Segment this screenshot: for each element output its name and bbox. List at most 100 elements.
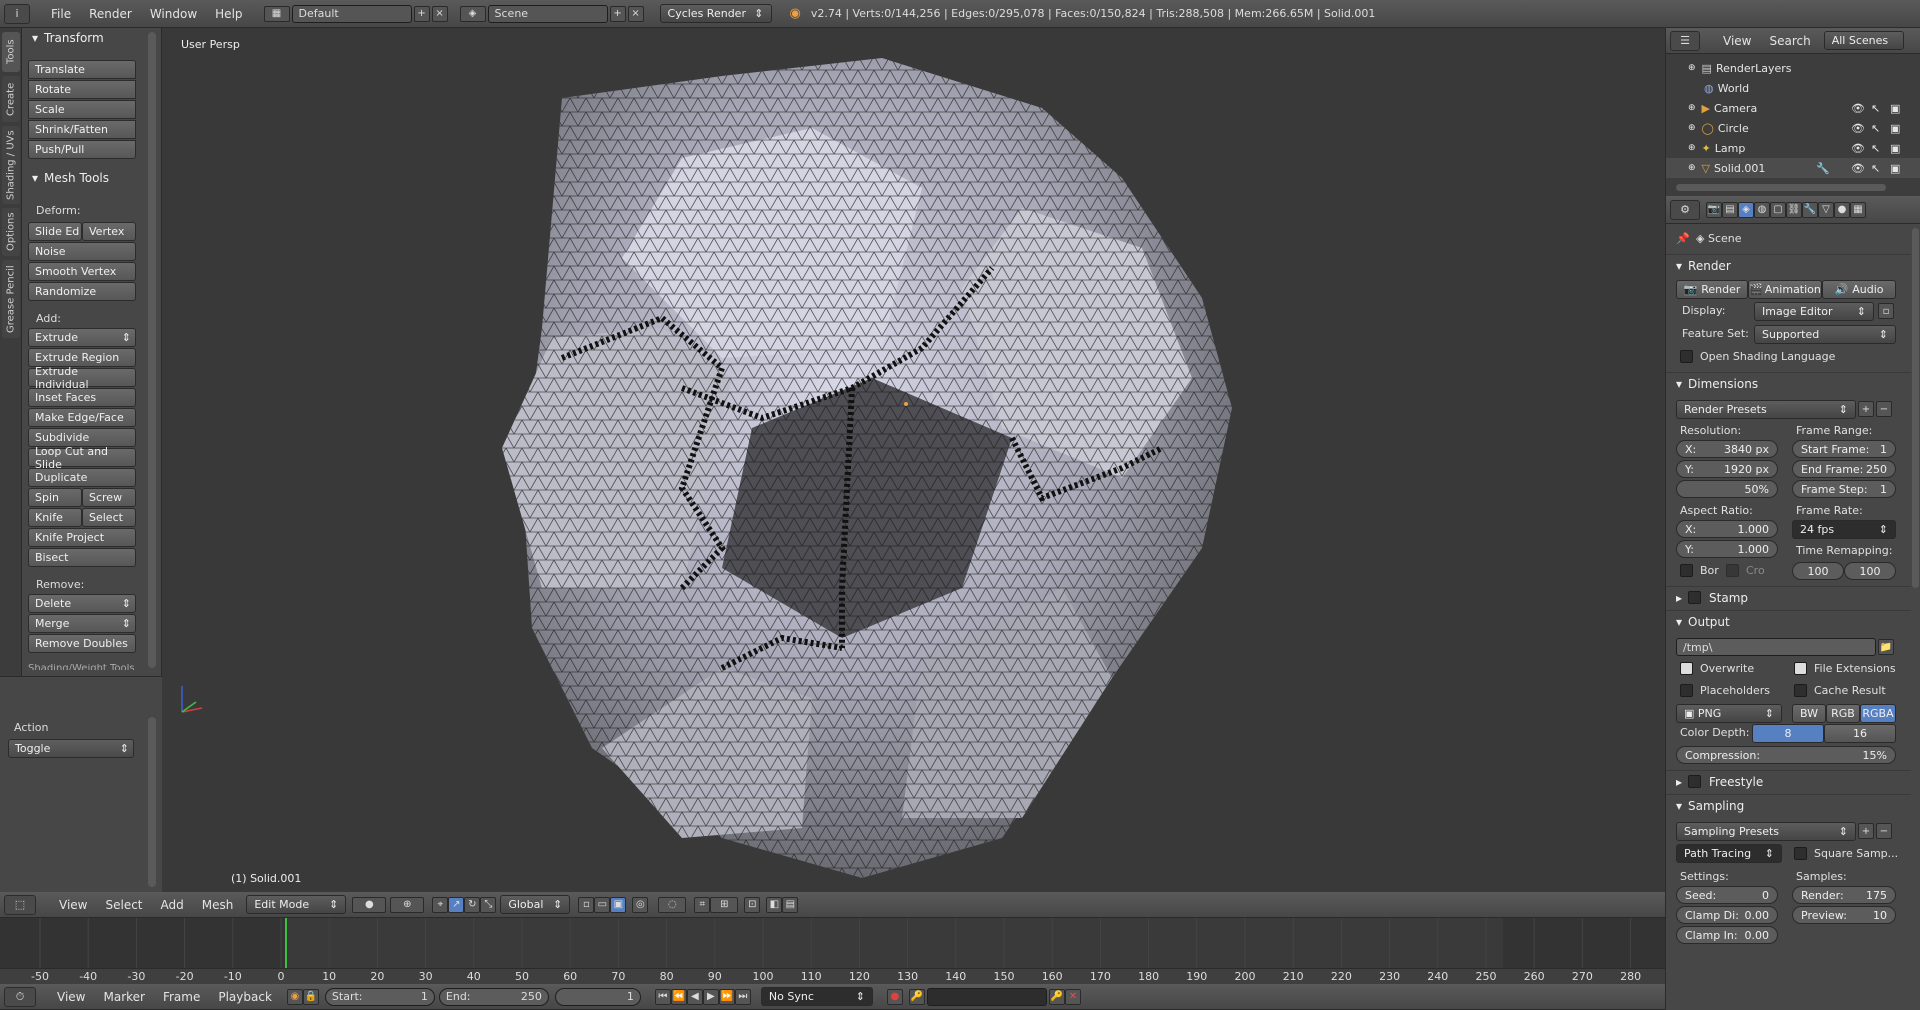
translate-manipulator-icon[interactable]: ↗ [448, 896, 465, 913]
tab-tools[interactable]: Tools [2, 32, 20, 72]
record-icon[interactable]: ● [886, 988, 903, 1005]
start-frame-prop-field[interactable]: Start Frame: 1 [1792, 440, 1896, 458]
insert-keyframe-icon[interactable]: 🔑 [1048, 988, 1065, 1005]
render-camera-icon[interactable]: ▣ [1890, 122, 1900, 135]
scale-manipulator-icon[interactable]: ⤡ [480, 896, 497, 913]
properties-scrollbar[interactable] [1912, 228, 1919, 588]
snap-element-icon[interactable]: ⊞ [710, 896, 739, 913]
border-checkbox[interactable] [1680, 564, 1693, 577]
tab-shading-uvs[interactable]: Shading / UVs [2, 126, 20, 204]
layout-add-icon[interactable]: + [413, 5, 430, 22]
texture-context-icon[interactable]: ▦ [1850, 201, 1866, 218]
crop-checkbox[interactable] [1726, 564, 1739, 577]
pivot-point-icon[interactable]: ⊕ [390, 896, 425, 913]
sampling-panel-header[interactable]: ▾ Sampling [1666, 794, 1911, 816]
visibility-eye-icon[interactable]: 👁 [1851, 102, 1865, 115]
scene-context-icon[interactable]: ◈ [1738, 201, 1754, 218]
lock-interface-icon[interactable]: ▫ [1878, 303, 1894, 319]
color-rgb-button[interactable]: RGB [1826, 704, 1860, 723]
start-frame-field[interactable]: Start: 1 [324, 987, 435, 1006]
vertex-select-mode-icon[interactable]: ▫ [578, 896, 595, 913]
layout-grid-icon[interactable]: ▦ [263, 5, 290, 22]
integrator-select[interactable]: Path Tracing ⇕ [1676, 844, 1782, 863]
keying-set-icon[interactable]: 🔑 [908, 988, 925, 1005]
resolution-x-field[interactable]: X: 3840 px [1676, 440, 1778, 458]
visibility-eye-icon[interactable]: 👁 [1851, 142, 1865, 155]
manipulator-toggle-icon[interactable]: ⌖ [432, 896, 449, 913]
face-select-mode-icon[interactable]: ▣ [610, 896, 627, 913]
outliner-item-world[interactable]: ◍ World [1666, 78, 1920, 98]
scene-name-field[interactable]: Scene [487, 4, 608, 23]
remap-new-field[interactable]: 100 [1844, 562, 1896, 580]
remove-sampling-preset-icon[interactable]: − [1876, 823, 1892, 839]
delete-keyframe-icon[interactable]: ✕ [1064, 988, 1081, 1005]
pin-icon[interactable]: 📌 [1676, 232, 1690, 245]
menu-file[interactable]: File [42, 7, 80, 21]
aspect-x-field[interactable]: X: 1.000 [1676, 520, 1778, 538]
jump-keyframe-back-icon[interactable]: ⏪ [670, 988, 687, 1005]
outliner-item-solid[interactable]: ⊕ ▽ Solid.001 🔧 👁 ↖ ▣ [1666, 158, 1920, 178]
rotate-button[interactable]: Rotate [28, 80, 136, 99]
push-pull-button[interactable]: Push/Pull [28, 140, 136, 159]
extrude-individual-button[interactable]: Extrude Individual [28, 365, 136, 391]
transform-panel-header[interactable]: ▾ Transform [22, 28, 104, 48]
overwrite-checkbox[interactable] [1680, 662, 1693, 675]
operator-scrollbar[interactable] [148, 717, 156, 887]
smooth-vertex-button[interactable]: Smooth Vertex [28, 262, 136, 281]
outliner-editor-type-icon[interactable]: ☰ [1670, 30, 1700, 51]
world-context-icon[interactable]: ◍ [1754, 201, 1770, 218]
edge-select-mode-icon[interactable]: ▭ [594, 896, 611, 913]
tab-options[interactable]: Options [2, 208, 20, 256]
resolution-percent-field[interactable]: 50% [1676, 480, 1778, 498]
3d-viewport[interactable]: User Persp (1) Solid.001 [162, 28, 1665, 892]
timeline-editor-type-icon[interactable]: ⏱ [4, 986, 36, 1007]
stamp-checkbox[interactable] [1688, 591, 1702, 604]
select-arrow-icon[interactable]: ↖ [1871, 162, 1880, 175]
outliner-menu-view[interactable]: View [1714, 34, 1760, 48]
rotate-manipulator-icon[interactable]: ↻ [464, 896, 481, 913]
preview-range-icon[interactable]: ◉ [286, 988, 303, 1005]
transform-orientation-select[interactable]: Global ⇕ [500, 895, 571, 914]
soccer-ball-mesh[interactable] [162, 28, 1665, 892]
limit-to-visible-icon[interactable]: ◎ [632, 896, 649, 913]
select-arrow-icon[interactable]: ↖ [1871, 142, 1880, 155]
object-context-icon[interactable]: ▢ [1770, 201, 1786, 218]
view3d-editor-type-icon[interactable]: ⬚ [4, 894, 36, 915]
lock-icon[interactable]: 🔒 [302, 988, 319, 1005]
viewport-shading-icon[interactable]: ● [352, 896, 387, 913]
cache-result-checkbox[interactable] [1794, 684, 1807, 697]
scene-add-icon[interactable]: + [609, 5, 626, 22]
view3d-menu-add[interactable]: Add [152, 898, 193, 912]
loop-cut-slide-button[interactable]: Loop Cut and Slide [28, 445, 136, 471]
file-format-select[interactable]: ▣ PNG ⇕ [1676, 704, 1782, 723]
layout-close-icon[interactable]: × [431, 5, 448, 22]
knife-project-button[interactable]: Knife Project [28, 528, 136, 547]
resolution-y-field[interactable]: Y: 1920 px [1676, 460, 1778, 478]
output-panel-header[interactable]: ▾ Output [1666, 610, 1911, 632]
timeline-area[interactable]: -50 -40 -30 -20 -10 0 10 20 30 40 50 60 70 80 90 100 110… [0, 918, 1665, 984]
freestyle-panel-header[interactable]: ▸ Freestyle [1666, 770, 1911, 792]
scene-icon[interactable]: ◈ [459, 5, 486, 22]
jump-start-icon[interactable]: ⏮ [654, 988, 671, 1005]
color-rgba-button[interactable]: RGBA [1860, 704, 1896, 723]
sampling-presets-select[interactable]: Sampling Presets ⇕ [1676, 822, 1856, 841]
audio-button[interactable]: 🔊 Audio [1822, 280, 1896, 299]
compression-slider[interactable]: Compression: 15% [1676, 746, 1896, 764]
aspect-y-field[interactable]: Y: 1.000 [1676, 540, 1778, 558]
randomize-button[interactable]: Randomize [28, 282, 136, 301]
square-samples-checkbox[interactable] [1794, 847, 1807, 860]
render-camera-icon[interactable]: ▣ [1890, 102, 1900, 115]
timeline-menu-view[interactable]: View [48, 990, 94, 1004]
delete-menu[interactable]: Delete ⇕ [28, 594, 136, 613]
timeline-menu-playback[interactable]: Playback [209, 990, 281, 1004]
end-frame-field[interactable]: End: 250 [438, 987, 549, 1006]
current-frame-marker[interactable] [285, 918, 287, 968]
frame-step-field[interactable]: Frame Step: 1 [1792, 480, 1896, 498]
constraints-context-icon[interactable]: ⛓ [1786, 201, 1802, 218]
sync-mode-select[interactable]: No Sync ⇕ [760, 987, 873, 1006]
outliner-menu-search[interactable]: Search [1760, 34, 1819, 48]
properties-editor-type-icon[interactable]: ⚙ [1670, 199, 1700, 220]
current-frame-field[interactable]: 1 [554, 987, 641, 1006]
outliner-item-camera[interactable]: ⊕ ▶ Camera 👁 ↖ ▣ [1666, 98, 1920, 118]
visibility-eye-icon[interactable]: 👁 [1851, 162, 1865, 175]
